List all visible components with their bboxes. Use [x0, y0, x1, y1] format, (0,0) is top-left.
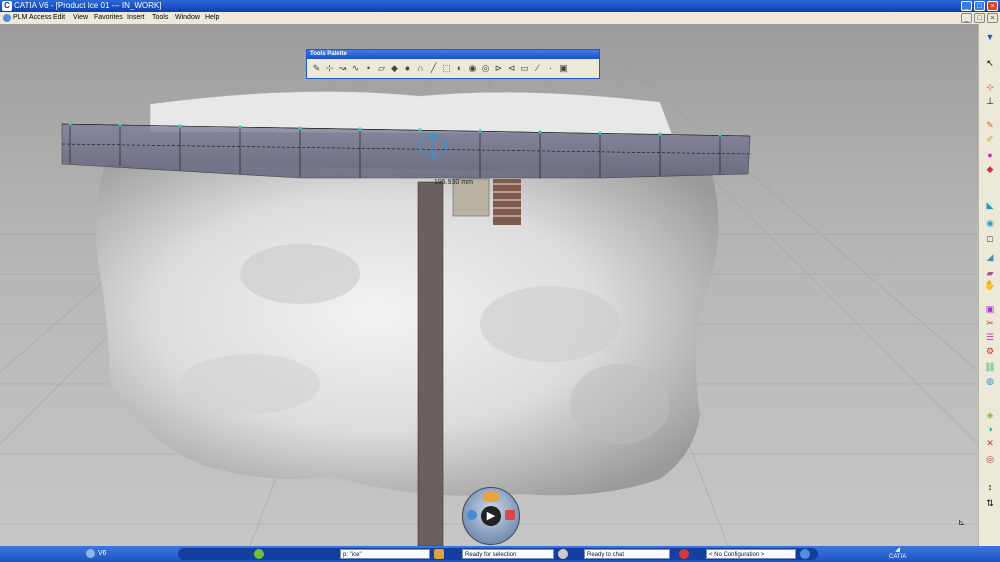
- texture-swatch-stripes: [493, 179, 521, 225]
- help-icon[interactable]: [800, 549, 810, 559]
- brand-logo-icon: ◢: [895, 547, 900, 553]
- navigation-compass[interactable]: ▶: [462, 487, 520, 545]
- search-field[interactable]: p: "ice": [340, 549, 430, 559]
- close-button[interactable]: ×: [987, 1, 998, 11]
- select-arrow-icon[interactable]: ↖: [984, 58, 996, 68]
- plane-icon[interactable]: ⊥: [984, 96, 996, 106]
- paint-icon[interactable]: ▰: [984, 268, 996, 278]
- doc-close-button[interactable]: ×: [987, 13, 998, 23]
- magnet-icon[interactable]: ∩: [415, 62, 426, 74]
- plm-access-icon[interactable]: [3, 14, 11, 22]
- search-go-icon[interactable]: [434, 549, 444, 559]
- bookmark-icon[interactable]: ⇅: [984, 498, 996, 508]
- cut-icon[interactable]: ✂: [984, 318, 996, 328]
- compass-left-icon[interactable]: [467, 510, 477, 520]
- compass-top-icon[interactable]: [483, 492, 499, 502]
- axis-icon[interactable]: ⊹: [324, 62, 335, 74]
- status-bar: V6 p: "ice" Ready for selection Ready to…: [0, 546, 1000, 562]
- compass-app-icon[interactable]: [86, 549, 95, 558]
- measurement-label: 195.930 mm: [434, 179, 473, 186]
- minimize-button[interactable]: _: [961, 1, 972, 11]
- hand-icon[interactable]: ✋: [984, 280, 996, 290]
- circle-icon[interactable]: ◎: [984, 454, 996, 464]
- menu-plm-access[interactable]: PLM Access: [13, 12, 52, 24]
- selection-status: Ready for selection: [462, 549, 554, 559]
- scene-svg: [0, 24, 978, 546]
- fill-icon[interactable]: ◢: [984, 252, 996, 262]
- curve-icon[interactable]: ↝: [337, 62, 348, 74]
- sketch-icon[interactable]: ✎: [311, 62, 322, 74]
- arrow-icon[interactable]: ↕: [984, 482, 996, 492]
- version-label: V6: [98, 550, 107, 557]
- paint-bucket-icon[interactable]: ◑: [984, 424, 996, 434]
- vertical-column: [417, 181, 444, 546]
- search-icon[interactable]: [254, 549, 264, 559]
- brush-icon[interactable]: ✐: [984, 134, 996, 144]
- close-curve-icon[interactable]: ·: [545, 62, 556, 74]
- layer-icon[interactable]: ◈: [984, 410, 996, 420]
- smooth-icon[interactable]: ◉: [467, 62, 478, 74]
- cube-icon[interactable]: ▣: [984, 304, 996, 314]
- 3d-viewport[interactable]: [0, 24, 978, 546]
- pencil-icon[interactable]: ∕: [532, 62, 543, 74]
- ice-block: [96, 164, 719, 496]
- window-title: CATIA V6 - [Product Ice 01 --- IN_WORK]: [14, 1, 162, 10]
- spline-icon[interactable]: ∿: [350, 62, 361, 74]
- menu-window[interactable]: Window: [175, 12, 200, 24]
- box-icon[interactable]: ◆: [984, 164, 996, 174]
- menu-favorites[interactable]: Favorites: [94, 12, 123, 24]
- menu-insert[interactable]: Insert: [127, 12, 145, 24]
- cross-icon[interactable]: ✕: [984, 438, 996, 448]
- flatten-icon[interactable]: ▭: [519, 62, 530, 74]
- catia-brand: ◢ CATIA: [889, 547, 906, 561]
- menu-view[interactable]: View: [73, 12, 88, 24]
- chat-icon[interactable]: [558, 549, 568, 559]
- menu-help[interactable]: Help: [205, 12, 219, 24]
- configuration-field[interactable]: < No Configuration >: [706, 549, 796, 559]
- configuration-icon[interactable]: [679, 549, 689, 559]
- compass-right-icon[interactable]: [505, 510, 515, 520]
- point-icon[interactable]: •: [363, 62, 374, 74]
- menu-tools[interactable]: Tools: [152, 12, 168, 24]
- menu-edit[interactable]: Edit: [53, 12, 65, 24]
- curve-icon[interactable]: ◣: [984, 200, 996, 210]
- title-bar: C CATIA V6 - [Product Ice 01 --- IN_WORK…: [0, 0, 1000, 12]
- select-icon[interactable]: ⬚: [441, 62, 452, 74]
- blend-icon[interactable]: ◎: [480, 62, 491, 74]
- pencil-icon[interactable]: ✎: [984, 120, 996, 130]
- sphere-icon[interactable]: ●: [402, 62, 413, 74]
- tools-palette[interactable]: Tools Palette ✎ ⊹ ↝ ∿ • ▱ ◆ ● ∩ ╱ ⬚ ◐ ◉ …: [306, 49, 600, 79]
- extrude-icon[interactable]: ◉: [984, 218, 996, 228]
- globe-icon[interactable]: ◍: [984, 376, 996, 386]
- cube-icon[interactable]: ▣: [558, 62, 569, 74]
- chat-status: Ready to chat: [584, 549, 670, 559]
- axis-triad-icon: ⊾: [958, 517, 966, 527]
- stack-icon[interactable]: ☰: [984, 332, 996, 342]
- point-icon[interactable]: ⊹: [984, 82, 996, 92]
- brand-label: CATIA: [889, 554, 907, 560]
- right-toolbar: ▼ ↖ ⊹ ⊥ ✎ ✐ ● ◆ ◣ ◉ □ ◢ ▰ ✋ ▣ ✂ ☰ ⚙ ⛓ ◍ …: [978, 24, 1000, 546]
- line-icon[interactable]: ╱: [428, 62, 439, 74]
- gear-icon[interactable]: ⚙: [984, 346, 996, 356]
- doc-minimize-button[interactable]: _: [961, 13, 972, 23]
- tools-palette-title: Tools Palette: [307, 50, 599, 59]
- pull-icon[interactable]: ⊲: [506, 62, 517, 74]
- catia-logo-icon: C: [2, 1, 12, 11]
- surface-icon[interactable]: ◆: [389, 62, 400, 74]
- sculpt-app-icon[interactable]: ▼: [984, 32, 996, 42]
- restore-button[interactable]: □: [974, 1, 985, 11]
- doc-restore-button[interactable]: □: [974, 13, 985, 23]
- play-icon[interactable]: ▶: [481, 506, 501, 526]
- square-icon[interactable]: □: [984, 234, 996, 244]
- sphere-icon[interactable]: ●: [984, 150, 996, 160]
- sculpt-icon[interactable]: ◐: [454, 62, 465, 74]
- plane-icon[interactable]: ▱: [376, 62, 387, 74]
- push-icon[interactable]: ⊳: [493, 62, 504, 74]
- link-icon[interactable]: ⛓: [984, 362, 996, 372]
